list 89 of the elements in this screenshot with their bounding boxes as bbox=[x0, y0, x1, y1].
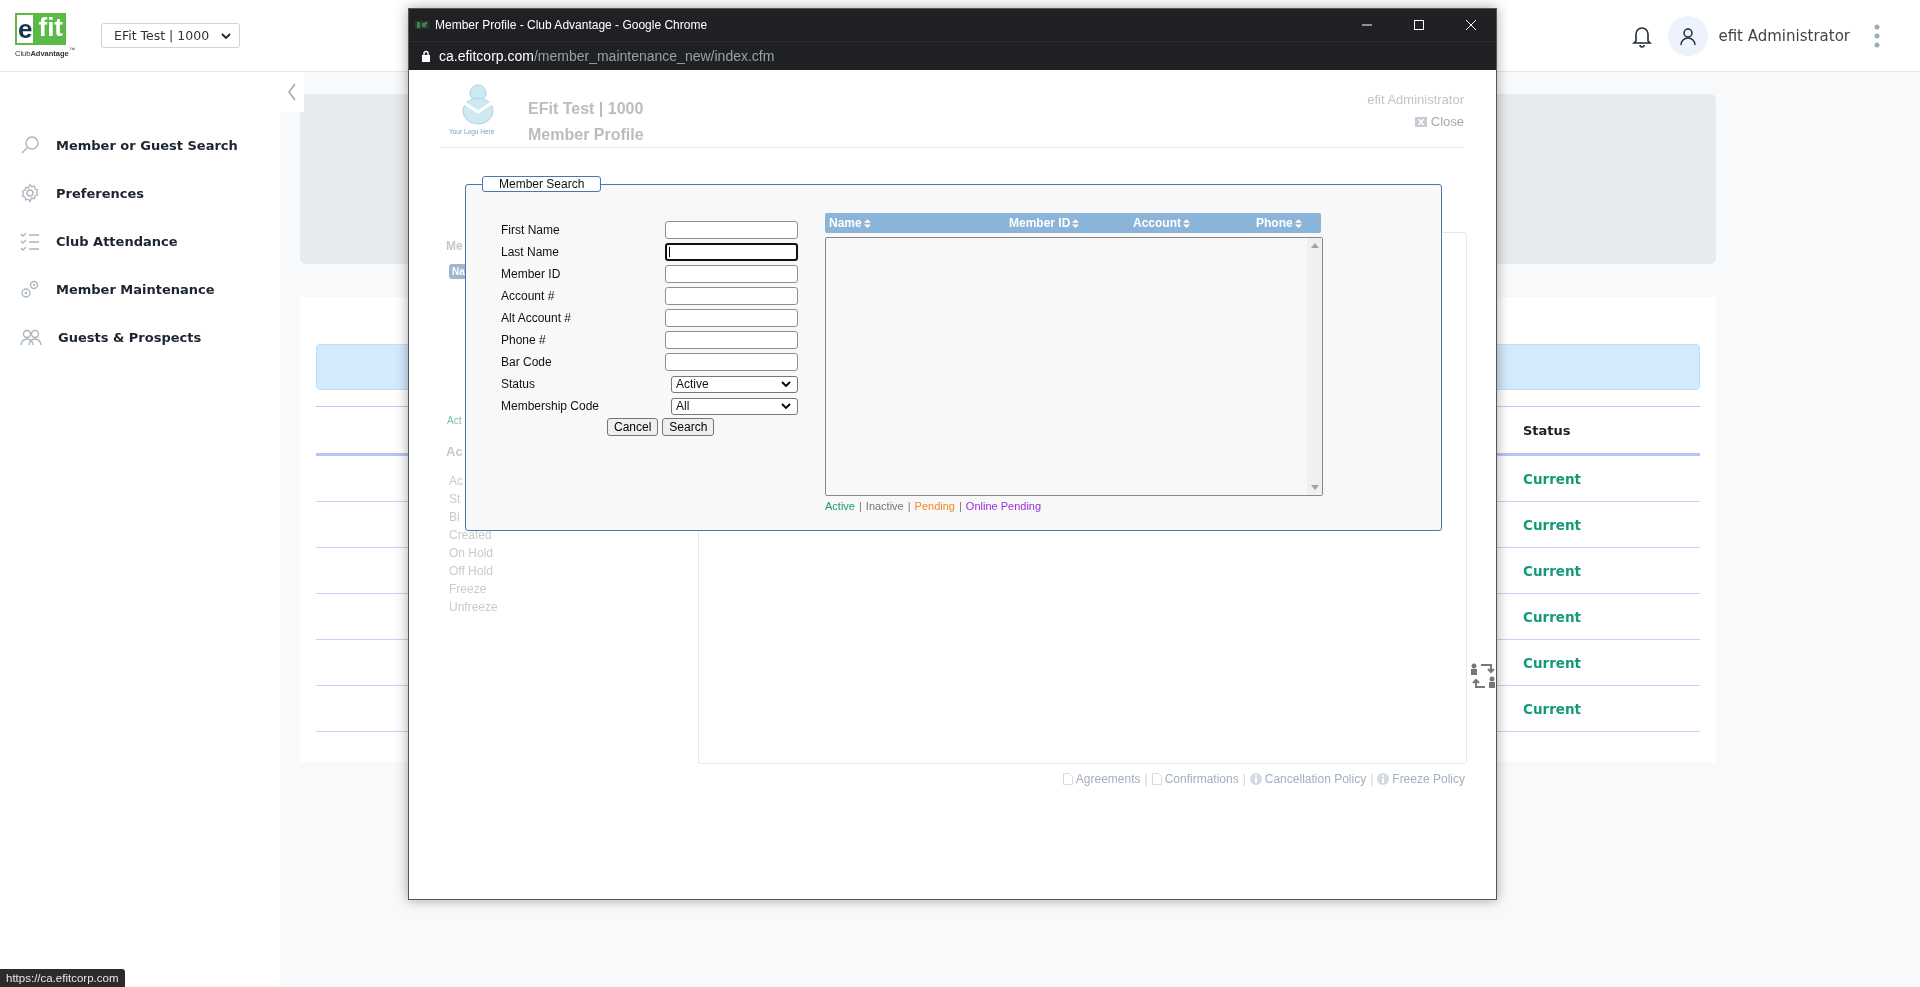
user-name: efit Administrator bbox=[1367, 92, 1464, 107]
dialog-button[interactable]: Search bbox=[662, 418, 715, 436]
field-label: Membership Code bbox=[501, 399, 601, 413]
field-label: Alt Account # bbox=[501, 311, 573, 325]
field-label: First Name bbox=[501, 223, 561, 237]
separator: | bbox=[959, 500, 962, 512]
more-menu-icon[interactable] bbox=[1874, 23, 1880, 48]
column-header: Status bbox=[1523, 422, 1572, 438]
document-icon bbox=[1062, 773, 1073, 785]
status-legend-item: Online Pending bbox=[965, 500, 1042, 512]
dialog-button[interactable]: Cancel bbox=[607, 418, 659, 436]
status-bar-url: https://ca.efitcorp.com bbox=[0, 969, 125, 987]
chevron-down-icon bbox=[781, 403, 791, 409]
separator: | bbox=[1144, 772, 1148, 786]
sidebar-item[interactable]: Guests & Prospects bbox=[0, 326, 280, 348]
dialog-legend: Member Search bbox=[482, 176, 602, 192]
collapse-sidebar-button[interactable] bbox=[280, 72, 304, 112]
text-field[interactable] bbox=[665, 353, 798, 371]
close-link[interactable]: Close bbox=[1414, 114, 1464, 129]
separator: | bbox=[907, 500, 911, 512]
sort-icon bbox=[1072, 218, 1080, 228]
scroll-down-icon[interactable] bbox=[1310, 485, 1319, 490]
sort-icon bbox=[1183, 218, 1190, 228]
address-url[interactable]: ca.efitcorp.com/member_maintenance_new/index.cfm bbox=[439, 48, 775, 64]
sidebar-item[interactable]: Preferences bbox=[0, 182, 280, 204]
lock-icon bbox=[421, 50, 431, 62]
status-cell-text: Current bbox=[1523, 562, 1583, 579]
status-legend-item: Active bbox=[825, 500, 855, 512]
document-icon bbox=[1151, 773, 1162, 785]
checklist-icon bbox=[20, 231, 40, 251]
field-label: Member ID bbox=[501, 267, 562, 281]
column-header[interactable]: Account bbox=[1133, 216, 1256, 230]
close-icon bbox=[1414, 116, 1427, 127]
search-icon bbox=[20, 135, 40, 155]
footer-link[interactable]: Agreements bbox=[1062, 772, 1141, 786]
column-header[interactable]: Member ID bbox=[1009, 216, 1133, 230]
separator: | bbox=[1370, 772, 1374, 786]
window-title: Member Profile - Club Advantage - Google Chrome bbox=[435, 18, 708, 32]
link[interactable]: Act bbox=[447, 415, 462, 426]
sidebar-item[interactable]: Member or Guest Search bbox=[0, 134, 280, 156]
status-cell-text: Current bbox=[1523, 608, 1583, 625]
close-icon[interactable] bbox=[1466, 20, 1476, 30]
separator: | bbox=[1242, 772, 1246, 786]
footer-link[interactable]: Cancellation Policy bbox=[1249, 772, 1367, 786]
footer-link[interactable]: Confirmations bbox=[1151, 772, 1239, 786]
select-field[interactable]: Active bbox=[671, 375, 798, 393]
status-cell-text: Current bbox=[1523, 700, 1583, 717]
separator: | bbox=[858, 500, 862, 512]
settings-icon bbox=[20, 183, 40, 203]
sort-icon bbox=[1294, 218, 1302, 228]
chevron-down-icon bbox=[781, 381, 791, 387]
text-field[interactable] bbox=[665, 221, 798, 239]
club-name: EFit Test | 1000 bbox=[528, 100, 644, 118]
user-name[interactable]: efit Administrator bbox=[1718, 26, 1850, 45]
text-field[interactable] bbox=[665, 243, 798, 261]
field-label: Account # bbox=[501, 289, 556, 303]
sort-icon bbox=[863, 218, 871, 228]
text-field[interactable] bbox=[665, 331, 798, 349]
field-label: Status bbox=[501, 377, 537, 391]
swap-people-icon[interactable] bbox=[1469, 662, 1497, 690]
people-icon bbox=[20, 327, 42, 347]
text-field[interactable] bbox=[665, 309, 798, 327]
status-cell-text: Current bbox=[1523, 516, 1583, 533]
chevron-down-icon bbox=[221, 32, 232, 39]
chevron-left-icon bbox=[287, 82, 297, 102]
field-label: Phone # bbox=[501, 333, 547, 347]
text-field[interactable] bbox=[665, 287, 798, 305]
info-icon bbox=[1249, 773, 1262, 785]
status-cell-text: Current bbox=[1523, 470, 1583, 487]
sidebar-item[interactable]: Member Maintenance bbox=[0, 278, 280, 300]
page-title: Member Profile bbox=[528, 126, 644, 144]
status-legend-item: Inactive bbox=[865, 500, 904, 512]
footer-link[interactable]: Freeze Policy bbox=[1377, 772, 1465, 786]
column-header[interactable]: Name bbox=[829, 216, 1009, 230]
favicon-icon bbox=[415, 20, 429, 30]
club-select[interactable]: EFit Test | 1000 bbox=[101, 23, 241, 48]
field-label: Bar Code bbox=[501, 355, 553, 369]
gears-icon bbox=[20, 279, 40, 299]
text-field[interactable] bbox=[665, 265, 798, 283]
status-cell-text: Current bbox=[1523, 654, 1583, 671]
select-field[interactable]: All bbox=[671, 397, 798, 415]
status-legend-item: Pending bbox=[914, 500, 955, 512]
field-label: Last Name bbox=[501, 245, 561, 259]
scrollbar[interactable] bbox=[1307, 238, 1322, 495]
info-icon bbox=[1377, 773, 1390, 785]
scroll-up-icon[interactable] bbox=[1310, 243, 1319, 248]
column-header[interactable]: Phone bbox=[1256, 216, 1325, 230]
sidebar-item[interactable]: Club Attendance bbox=[0, 230, 280, 252]
maximize-icon[interactable] bbox=[1414, 20, 1424, 30]
